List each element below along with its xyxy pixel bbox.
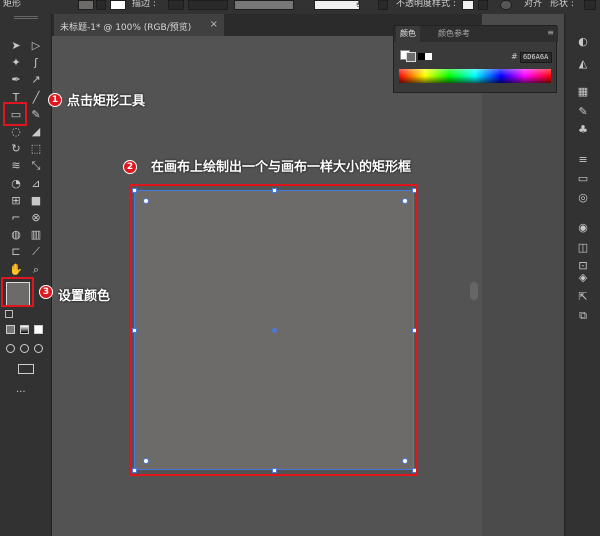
black-swatch[interactable] xyxy=(418,53,425,60)
step-3-badge: 3 xyxy=(39,285,53,299)
layers-icon[interactable]: ◈ xyxy=(575,270,591,284)
variable-width-dropdown[interactable] xyxy=(234,0,294,10)
magic-wand-tool-icon[interactable]: ✦ xyxy=(8,55,24,71)
eyedropper-tool-icon[interactable]: ⌐ xyxy=(8,210,24,226)
style-label: 样式 : xyxy=(432,0,456,9)
white-swatch[interactable] xyxy=(425,53,432,60)
screen-mode-icon[interactable] xyxy=(18,364,34,374)
rectangle-tool-highlight xyxy=(3,102,27,126)
step-1-text: 点击矩形工具 xyxy=(67,94,146,109)
eraser-tool-icon[interactable]: ◢ xyxy=(28,124,44,140)
panel-menu-icon[interactable]: ≡ xyxy=(547,28,554,37)
appearance-icon[interactable]: ◉ xyxy=(575,220,591,234)
style-dropdown[interactable] xyxy=(478,0,488,10)
fill-color-highlight xyxy=(1,277,34,307)
toolbar-grip[interactable] xyxy=(14,16,38,19)
document-tab[interactable]: 未标题-1* @ 100% (RGB/预览) × xyxy=(54,14,224,36)
stroke-label: 描边 : xyxy=(132,0,156,9)
stroke-icon[interactable]: ≡ xyxy=(575,152,591,166)
color-mode-icon[interactable] xyxy=(6,325,15,334)
fill-swatch[interactable] xyxy=(78,0,94,10)
tab-color-guide[interactable]: 颜色参考 xyxy=(434,26,474,42)
none-mode-icon[interactable] xyxy=(34,325,43,334)
brushes-icon[interactable]: ✎ xyxy=(575,104,591,118)
step-2-text: 在画布上绘制出一个与画布一样大小的矩形框 xyxy=(151,160,412,175)
symbol-sprayer-tool-icon[interactable]: ◍ xyxy=(8,227,24,243)
artboards-icon[interactable]: ⧉ xyxy=(575,309,591,323)
hex-input[interactable]: 6D6A6A xyxy=(520,52,552,63)
graphic-styles-icon[interactable]: ◫ xyxy=(575,240,591,254)
export-icon[interactable]: ⇱ xyxy=(575,289,591,303)
column-graph-tool-icon[interactable]: ▥ xyxy=(28,227,44,243)
profile-label: 基本 xyxy=(356,0,375,9)
gradient-tool-icon[interactable]: ■ xyxy=(28,193,44,209)
selection-tool-icon[interactable]: ➤ xyxy=(8,38,24,54)
paintbrush-tool-icon[interactable]: ✎ xyxy=(28,107,44,123)
artboard-tool-icon[interactable]: ⊏ xyxy=(8,244,24,260)
line-tool-icon[interactable]: ╱ xyxy=(28,90,44,106)
profile-dropdown[interactable] xyxy=(378,0,388,10)
fill-dropdown[interactable] xyxy=(96,0,106,10)
color-guide-icon[interactable]: ◭ xyxy=(575,56,591,70)
document-title: 未标题-1* @ 100% (RGB/预览) xyxy=(60,23,192,33)
rectangle-highlight xyxy=(129,184,418,476)
stroke-swatch[interactable] xyxy=(110,0,126,10)
draw-behind-icon[interactable] xyxy=(20,344,29,353)
gradient-icon[interactable]: ▭ xyxy=(575,171,591,185)
width-tool-icon[interactable]: ≋ xyxy=(8,158,24,174)
default-colors-icon[interactable] xyxy=(5,310,13,318)
step-2-badge: 2 xyxy=(123,160,137,174)
recolor-artwork-icon[interactable] xyxy=(500,0,512,10)
color-spectrum[interactable] xyxy=(399,69,551,83)
gradient-mode-icon[interactable] xyxy=(20,325,29,334)
symbols-icon[interactable]: ♣ xyxy=(575,122,591,136)
tab-color[interactable]: 颜色 xyxy=(396,26,420,42)
control-bar: 矩形 描边 : 基本 不透明度 样式 : 对齐 形状 : xyxy=(0,0,600,14)
align-label[interactable]: 对齐 xyxy=(524,0,542,9)
close-tab-icon[interactable]: × xyxy=(210,19,218,30)
brush-definition-preview[interactable] xyxy=(314,0,360,10)
draw-inside-icon[interactable] xyxy=(34,344,43,353)
shape-menu-icon[interactable] xyxy=(584,0,596,10)
hand-tool-icon[interactable]: ✋ xyxy=(8,262,24,278)
shaper-tool-icon[interactable]: ◌ xyxy=(8,124,24,140)
blend-tool-icon[interactable]: ⊗ xyxy=(28,210,44,226)
right-dock: ◐ ◭ ▦ ✎ ♣ ≡ ▭ ◎ ◉ ◫ ⊡ ◈ ⇱ ⧉ xyxy=(564,14,600,536)
stroke-weight-field[interactable] xyxy=(168,0,184,10)
scale-tool-icon[interactable]: ⬚ xyxy=(28,141,44,157)
shape-builder-tool-icon[interactable]: ◔ xyxy=(8,176,24,192)
color-panel-tabs: 颜色 颜色参考 ≡ xyxy=(394,26,558,42)
pen-tool-icon[interactable]: ✒ xyxy=(8,72,24,88)
zoom-tool-icon[interactable]: ⌕ xyxy=(28,262,44,278)
shape-label[interactable]: 形状 : xyxy=(550,0,574,9)
opacity-label[interactable]: 不透明度 xyxy=(396,0,432,9)
draw-normal-icon[interactable] xyxy=(6,344,15,353)
stroke-weight-dropdown[interactable] xyxy=(188,0,228,10)
perspective-grid-tool-icon[interactable]: ⊿ xyxy=(28,176,44,192)
panel-fill-swatch[interactable] xyxy=(406,52,416,62)
rotate-tool-icon[interactable]: ↻ xyxy=(8,141,24,157)
lasso-tool-icon[interactable]: ʃ xyxy=(28,55,44,71)
step-1-badge: 1 xyxy=(48,93,62,107)
step-3-text: 设置颜色 xyxy=(58,289,111,304)
color-panel: 颜色 颜色参考 ≡ # 6D6A6A xyxy=(393,25,558,93)
color-panel-icon[interactable]: ◐ xyxy=(575,34,591,48)
tools-panel: ➤ ▷ ✦ ʃ ✒ ↗ T ╱ ▭ ✎ ◌ ◢ ↻ ⬚ ≋ ⤡ ◔ ⊿ ⊞ ■ ⌐ ⊗ ◍ ▥ ⊏ ⟋ ✋ ⌕ ... xyxy=(0,14,52,536)
style-swatch[interactable] xyxy=(462,0,474,10)
transparency-icon[interactable]: ◎ xyxy=(575,190,591,204)
mesh-tool-icon[interactable]: ⊞ xyxy=(8,193,24,209)
free-transform-tool-icon[interactable]: ⤡ xyxy=(28,158,44,174)
tool-name-label: 矩形 xyxy=(3,0,22,9)
swatches-icon[interactable]: ▦ xyxy=(575,84,591,98)
slice-tool-icon[interactable]: ⟋ xyxy=(28,244,44,260)
curvature-tool-icon[interactable]: ↗ xyxy=(28,72,44,88)
edit-toolbar-icon[interactable]: ... xyxy=(16,384,26,395)
hex-symbol: # xyxy=(511,52,518,61)
direct-selection-tool-icon[interactable]: ▷ xyxy=(28,38,44,54)
vertical-scrollbar-thumb[interactable] xyxy=(470,282,478,300)
